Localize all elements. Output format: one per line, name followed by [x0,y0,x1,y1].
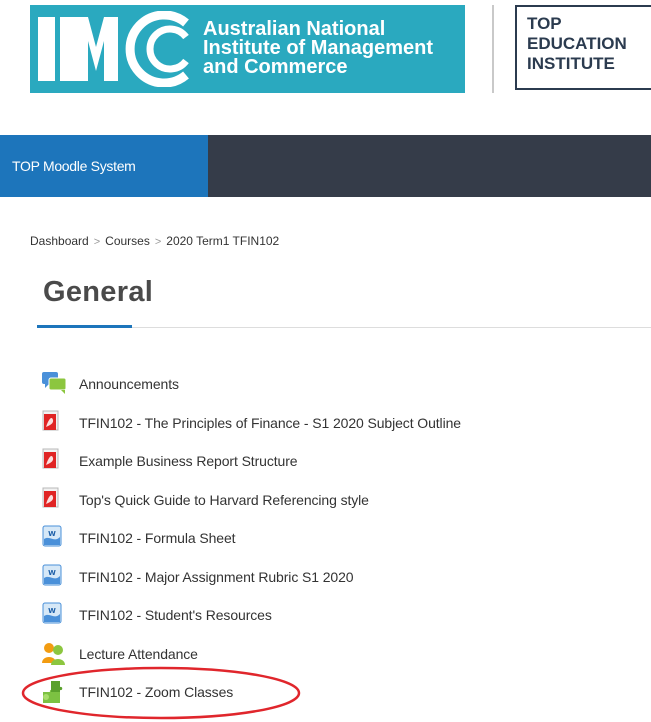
activity-lecture-attendance[interactable]: Lecture Attendance [40,641,198,667]
word-document-icon: W [40,602,70,628]
top-logo-line: TOP [527,14,562,33]
activity-label: TFIN102 - Formula Sheet [79,530,236,546]
activity-label: Lecture Attendance [79,646,198,662]
activity-business-report[interactable]: Example Business Report Structure [40,448,298,474]
activity-formula-sheet[interactable]: W TFIN102 - Formula Sheet [40,525,236,551]
top-logo-line: EDUCATION [527,34,627,53]
activity-harvard-guide[interactable]: Top's Quick Guide to Harvard Referencing… [40,487,369,513]
activity-label: Top's Quick Guide to Harvard Referencing… [79,492,369,508]
activity-assignment-rubric[interactable]: W TFIN102 - Major Assignment Rubric S1 2… [40,564,354,590]
imc-logo-text: Australian National Institute of Managem… [203,19,463,78]
pdf-icon [40,448,70,474]
imc-monogram-icon [38,11,189,87]
pdf-icon [40,487,70,513]
highlight-ellipse [21,666,301,720]
attendance-icon [40,641,70,667]
word-document-icon: W [40,564,70,590]
activity-label: TFIN102 - Student's Resources [79,607,272,623]
svg-text:W: W [48,607,56,615]
top-logo-line: INSTITUTE [527,54,615,73]
forum-icon [40,371,70,397]
section-title: General [43,276,154,308]
svg-text:W: W [48,530,56,538]
navbar: TOP Moodle System [0,135,651,197]
breadcrumb: Dashboard > Courses >2020 Term1 TFIN102 [30,234,279,248]
activity-student-resources[interactable]: W TFIN102 - Student's Resources [40,602,272,628]
logo-divider [492,5,494,93]
imc-logo[interactable]: Australian National Institute of Managem… [30,5,465,93]
activity-label: Announcements [79,376,179,392]
top-education-logo[interactable]: TOP EDUCATION INSTITUTE [515,5,651,90]
activity-label: TFIN102 - Major Assignment Rubric S1 202… [79,569,354,585]
imc-logo-line: and Commerce [203,56,348,78]
pdf-icon [40,410,70,436]
activity-label: Example Business Report Structure [79,453,298,469]
activity-label: TFIN102 - The Principles of Finance - S1… [79,415,461,431]
breadcrumb-courses[interactable]: Courses [105,234,150,248]
svg-text:W: W [48,569,56,577]
breadcrumb-course[interactable]: 2020 Term1 TFIN102 [166,234,279,248]
breadcrumb-separator: > [154,236,162,248]
navbar-brand-link[interactable]: TOP Moodle System [0,135,208,197]
breadcrumb-dashboard[interactable]: Dashboard [30,234,89,248]
word-document-icon: W [40,525,70,551]
section-title-accent [37,325,132,328]
activity-announcements[interactable]: Announcements [40,371,179,397]
breadcrumb-separator: > [93,236,101,248]
activity-subject-outline[interactable]: TFIN102 - The Principles of Finance - S1… [40,410,461,436]
